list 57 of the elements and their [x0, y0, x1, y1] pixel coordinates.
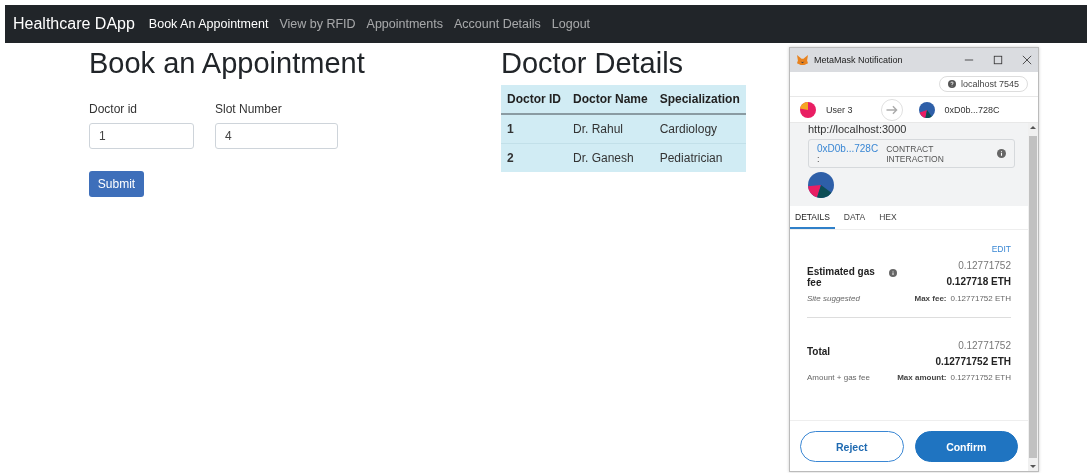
fee-total: 0.12771752 ETH	[935, 356, 1011, 367]
tab[interactable]: DETAILS	[790, 206, 835, 229]
field-label: Slot Number	[215, 102, 283, 116]
contract-type: CONTRACT INTERACTION	[886, 143, 945, 164]
fox-icon	[796, 54, 809, 66]
reject-button[interactable]: Reject	[800, 431, 904, 462]
fee-total: 0.127718 ETH	[946, 276, 1011, 287]
table-cell: Dr. Rahul	[567, 114, 654, 144]
scrollbar[interactable]	[1028, 123, 1038, 471]
confirm-button[interactable]: Confirm	[914, 431, 1018, 462]
maximize-icon[interactable]	[993, 55, 1003, 65]
fee-label: Estimated gas fee	[807, 266, 876, 288]
table-cell: Cardiology	[653, 114, 746, 144]
avatar-icon	[918, 101, 935, 118]
info-icon[interactable]	[997, 149, 1006, 158]
tab[interactable]: DATA	[838, 206, 871, 229]
fee-note: Site suggested	[807, 294, 861, 303]
info-icon[interactable]	[889, 269, 897, 277]
account-name: User 3	[826, 104, 853, 115]
column-header: Specialization	[653, 85, 746, 114]
account-address: 0xD0b...728C	[944, 104, 1000, 115]
nav-link[interactable]: Appointments	[366, 17, 443, 31]
fee-label: Total	[807, 346, 832, 357]
fee-amount: 0.12771752	[958, 260, 1011, 271]
edit-link[interactable]: EDIT	[991, 244, 1011, 254]
window-title: MetaMask Notification	[814, 55, 904, 65]
max-label: Max amount:	[897, 373, 947, 382]
nav-link[interactable]: Logout	[551, 17, 591, 31]
nav-link[interactable]: Account Details	[454, 17, 541, 31]
nav-link[interactable]: View by RFID	[279, 17, 356, 31]
fee-note: Amount + gas fee	[807, 373, 871, 382]
max-value: 0.12771752 ETH	[950, 294, 1011, 303]
separator-text: :	[817, 154, 821, 164]
close-icon[interactable]	[1022, 55, 1032, 65]
help-icon	[947, 80, 956, 88]
field-label: Doctor id	[89, 102, 139, 116]
tab[interactable]: HEX	[874, 206, 902, 229]
input-field[interactable]: 1	[89, 123, 194, 149]
nav-link[interactable]: Book An Appointment	[148, 17, 269, 31]
fee-amount: 0.12771752	[958, 340, 1011, 351]
submit-button[interactable]: Submit	[89, 171, 144, 197]
avatar-icon	[808, 172, 834, 198]
contract-address[interactable]: 0xD0b...728C	[817, 143, 879, 154]
avatar-icon	[800, 101, 816, 118]
table-cell: 2	[501, 143, 567, 172]
site-url: http://localhost:3000	[808, 123, 908, 135]
table-cell: 1	[501, 114, 567, 144]
page-heading: Book an Appointment	[89, 46, 366, 80]
table-cell: Pediatrician	[653, 143, 746, 172]
input-field[interactable]: 4	[215, 123, 338, 149]
table-cell: Dr. Ganesh	[567, 143, 654, 172]
column-header: Doctor Name	[567, 85, 654, 114]
max-value: 0.12771752 ETH	[950, 373, 1011, 382]
column-header: Doctor ID	[501, 85, 567, 114]
max-label: Max fee:	[914, 294, 947, 303]
page-heading: Doctor Details	[501, 46, 685, 80]
brand-title[interactable]: Healthcare DApp	[13, 15, 135, 33]
